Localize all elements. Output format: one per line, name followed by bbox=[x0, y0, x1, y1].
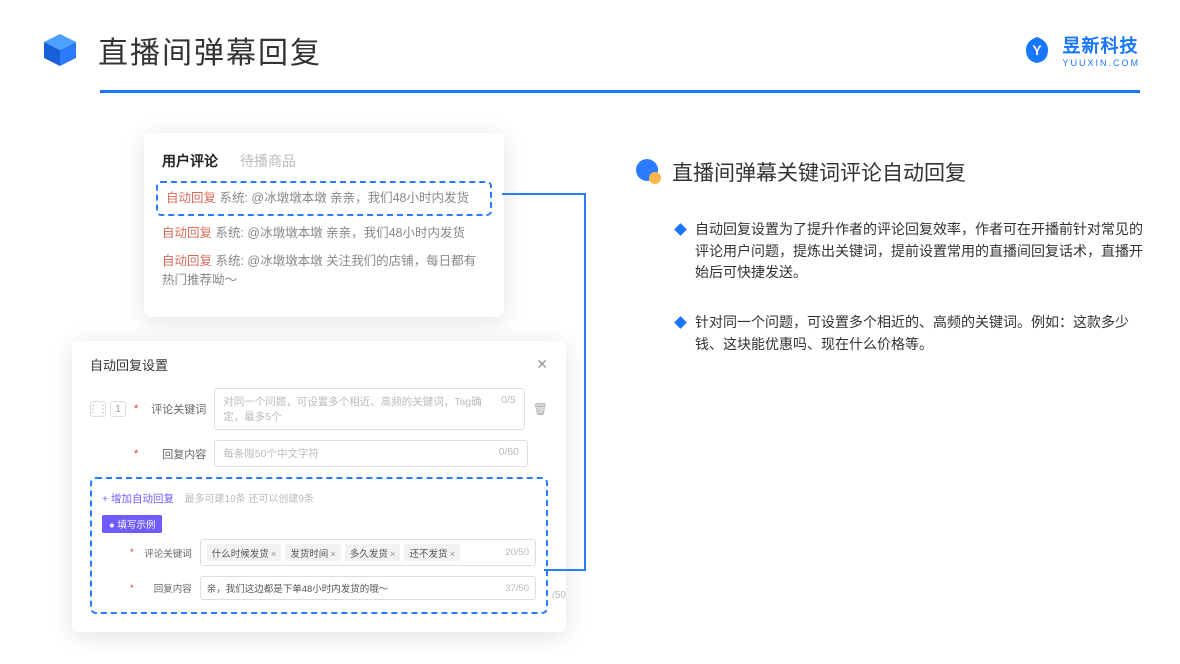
chat-bubble-icon bbox=[634, 158, 662, 186]
right-panel: 直播间弹幕关键词评论自动回复 自动回复设置为了提升作者的评论回复效率，作者可在开… bbox=[634, 133, 1148, 383]
example-block: + 增加自动回复 最多可建10条 还可以创建9条 ● 填写示例 *评论关键词 什… bbox=[90, 477, 548, 614]
brand-logo: Y 昱新科技 YUUXIN.COM bbox=[1022, 32, 1140, 68]
section-title: 直播间弹幕关键词评论自动回复 bbox=[672, 157, 966, 187]
add-hint: 最多可建10条 还可以创建9条 bbox=[185, 494, 314, 505]
svg-text:Y: Y bbox=[1033, 42, 1043, 58]
cube-icon bbox=[40, 30, 80, 70]
left-panel: 用户评论 待播商品 自动回复 系统: @冰墩墩本墩 亲亲，我们48小时内发货 自… bbox=[72, 133, 562, 383]
diamond-icon bbox=[674, 223, 687, 236]
brand-name: 昱新科技 bbox=[1062, 32, 1140, 58]
tag[interactable]: 发货时间× bbox=[285, 544, 341, 561]
header: 直播间弹幕回复 Y 昱新科技 YUUXIN.COM bbox=[0, 0, 1180, 72]
tab-comments[interactable]: 用户评论 bbox=[162, 151, 218, 171]
field-label: 评论关键词 bbox=[148, 401, 206, 417]
modal-title: 自动回复设置 bbox=[90, 355, 168, 374]
delete-icon[interactable]: 🗑 bbox=[533, 402, 548, 416]
content-input[interactable]: 每条限50个中文字符0/50 bbox=[214, 440, 528, 467]
tag[interactable]: 多久发货× bbox=[345, 544, 401, 561]
drag-handle-icon[interactable]: ⋮⋮ bbox=[90, 401, 106, 417]
connector-line bbox=[584, 193, 586, 571]
page-title: 直播间弹幕回复 bbox=[98, 28, 322, 72]
bullet-item: 针对同一个问题，可设置多个相近的、高频的关键词。例如：这款多少钱、这块能优惠吗、… bbox=[634, 312, 1148, 355]
index-box: 1 bbox=[110, 401, 126, 417]
example-badge: ● 填写示例 bbox=[102, 515, 162, 533]
add-reply-link[interactable]: + 增加自动回复 bbox=[102, 493, 174, 505]
reply-item: 自动回复 系统: @冰墩墩本墩 关注我们的店铺，每日都有热门推荐呦～ bbox=[162, 252, 486, 291]
brand-icon: Y bbox=[1022, 35, 1052, 65]
counter-extra: /50 bbox=[552, 590, 566, 601]
tag[interactable]: 还不发货× bbox=[404, 544, 460, 561]
bullet-item: 自动回复设置为了提升作者的评论回复效率，作者可在开播前针对常见的评论用户问题，提… bbox=[634, 219, 1148, 284]
connector-line bbox=[502, 193, 586, 195]
example-keyword-input[interactable]: 什么时候发货× 发货时间× 多久发货× 还不发货× 20/50 bbox=[200, 539, 536, 566]
example-content-input[interactable]: 亲，我们这边都是下单48小时内发货的哦～37/50 bbox=[200, 576, 536, 600]
tag[interactable]: 什么时候发货× bbox=[207, 544, 282, 561]
brand-sub: YUUXIN.COM bbox=[1062, 58, 1140, 68]
close-icon[interactable]: ✕ bbox=[536, 356, 548, 373]
field-label: 回复内容 bbox=[148, 446, 206, 462]
highlighted-reply: 自动回复 系统: @冰墩墩本墩 亲亲，我们48小时内发货 bbox=[156, 181, 492, 216]
keyword-input[interactable]: 对同一个问题，可设置多个相近、高频的关键词，Tag确定，最多5个0/5 bbox=[214, 388, 524, 430]
comment-card: 用户评论 待播商品 自动回复 系统: @冰墩墩本墩 亲亲，我们48小时内发货 自… bbox=[144, 133, 504, 317]
diamond-icon bbox=[674, 316, 687, 329]
tab-products[interactable]: 待播商品 bbox=[240, 151, 296, 171]
reply-item: 自动回复 系统: @冰墩墩本墩 亲亲，我们48小时内发货 bbox=[162, 224, 486, 243]
settings-modal: 自动回复设置 ✕ ⋮⋮1 *评论关键词 对同一个问题，可设置多个相近、高频的关键… bbox=[72, 341, 566, 632]
